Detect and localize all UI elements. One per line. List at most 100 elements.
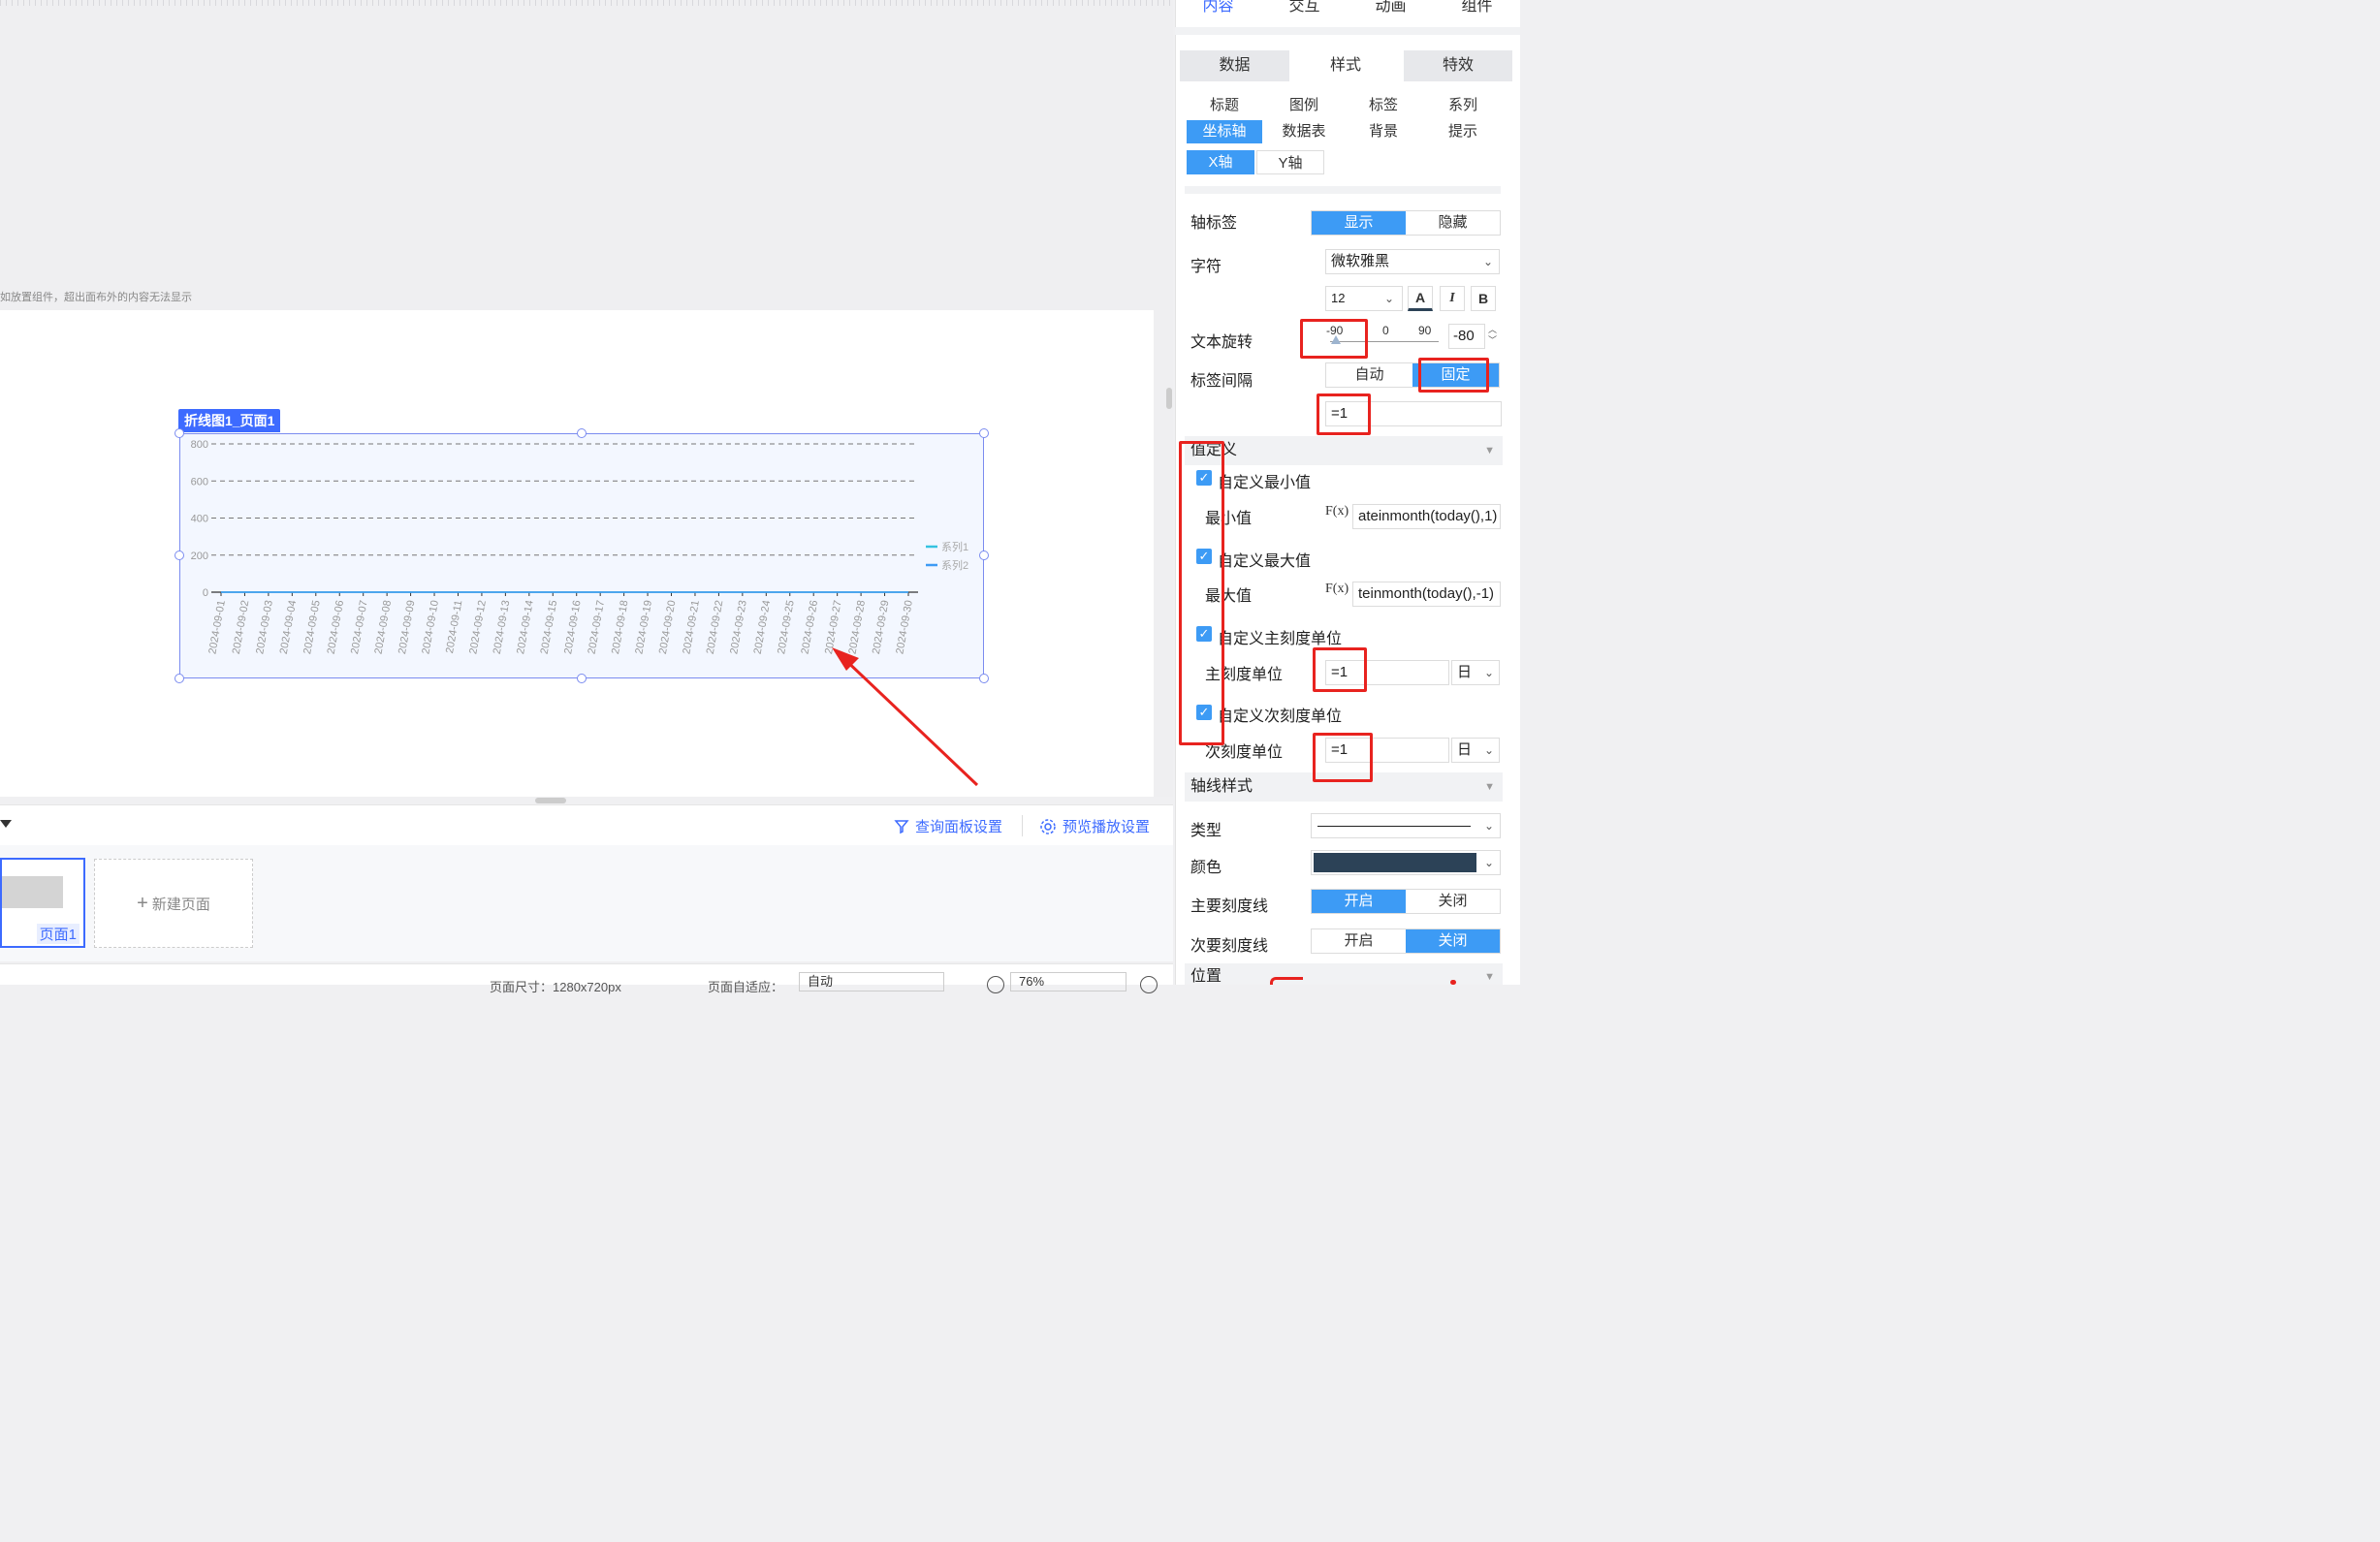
tab-background[interactable]: 背景: [1346, 120, 1421, 143]
annotation-box-interval: [1317, 393, 1371, 435]
font-color-button[interactable]: A: [1408, 286, 1433, 311]
x-tick-label: 2024-09-16: [562, 599, 584, 655]
x-tick-label: 2024-09-06: [326, 599, 347, 655]
formula-icon[interactable]: F(x): [1325, 504, 1349, 519]
zoom-out-icon[interactable]: [987, 976, 1004, 993]
page-thumbnail-1[interactable]: 页面1: [0, 858, 85, 948]
annotation-box-minor: [1313, 733, 1373, 782]
tab-series[interactable]: 系列: [1425, 94, 1501, 117]
chevron-down-icon[interactable]: ⌄: [1477, 250, 1499, 273]
formula-icon[interactable]: F(x): [1325, 582, 1349, 597]
new-page-button[interactable]: + 新建页面: [94, 859, 253, 948]
spinner-icon[interactable]: ︿ ﹀: [1488, 325, 1497, 346]
horizontal-scrollbar[interactable]: [535, 798, 566, 803]
chevron-down-icon[interactable]: ⌄: [1478, 851, 1500, 874]
zoom-in-icon[interactable]: [1140, 976, 1158, 993]
tab-content[interactable]: 内容: [1175, 0, 1261, 27]
gear-icon: [1040, 818, 1056, 834]
rotate-mark-max: 90: [1418, 324, 1432, 337]
tab-data[interactable]: 数据: [1180, 50, 1289, 81]
zoom-value: 76%: [1019, 974, 1045, 989]
line-type-select[interactable]: [1311, 813, 1501, 838]
x-tick-label: 2024-09-04: [278, 599, 300, 655]
max-formula-input[interactable]: teinmonth(today(),-1): [1352, 582, 1501, 607]
chevron-down-icon[interactable]: ⌄: [1478, 739, 1500, 762]
filter-icon: [894, 819, 909, 834]
tab-animation[interactable]: 动画: [1348, 0, 1434, 27]
thumbnail-preview: [2, 876, 63, 908]
x-tick-label: 2024-09-19: [633, 599, 654, 655]
chevron-down-icon[interactable]: ⌄: [1379, 287, 1400, 310]
legend-label: 系列2: [941, 558, 968, 572]
line-color-picker[interactable]: [1311, 850, 1501, 875]
custom-value-section[interactable]: 值定义 ▼: [1185, 436, 1503, 465]
x-tick-label: 2024-09-22: [705, 599, 726, 655]
line-color-label: 颜色: [1190, 860, 1222, 876]
page-fit-select[interactable]: 自动: [799, 972, 944, 991]
chart-component-tag[interactable]: 折线图1_页面1: [178, 409, 281, 432]
zoom-select[interactable]: 76%: [1010, 972, 1127, 991]
x-tick-label: 2024-09-03: [254, 599, 275, 655]
major-tick-toggle[interactable]: 开启 关闭: [1311, 889, 1501, 914]
hide-button[interactable]: 隐藏: [1406, 211, 1500, 235]
vertical-scrollbar[interactable]: [1166, 388, 1172, 409]
tab-axis[interactable]: 坐标轴: [1187, 120, 1262, 143]
x-tick-label: 2024-09-02: [231, 599, 252, 655]
x-tick-label: 2024-09-20: [657, 599, 679, 655]
preview-settings-button[interactable]: 预览播放设置: [1039, 816, 1150, 836]
annotation-box-checkboxes: [1179, 441, 1224, 745]
status-bar: 页面尺寸：1280x720px 页面自适应： 自动 76%: [0, 963, 1173, 994]
toolbar-divider: [1022, 815, 1023, 836]
show-button[interactable]: 显示: [1312, 211, 1406, 235]
min-formula-input[interactable]: ateinmonth(today(),1): [1352, 504, 1501, 529]
query-panel-settings-button[interactable]: 查询面板设置: [894, 816, 1002, 836]
x-tick-label: 2024-09-13: [492, 599, 513, 655]
x-tick-label: 2024-09-09: [397, 599, 418, 655]
minor-tick-off-button[interactable]: 关闭: [1406, 929, 1500, 953]
tab-title[interactable]: 标题: [1187, 94, 1262, 117]
major-tick-on-button[interactable]: 开启: [1312, 890, 1406, 913]
collapse-icon[interactable]: [0, 820, 12, 828]
x-tick-label: 2024-09-05: [301, 599, 323, 655]
min-formula-value: ateinmonth(today(),1): [1358, 508, 1498, 524]
chevron-down-icon[interactable]: ⌄: [1478, 661, 1500, 684]
bold-button[interactable]: B: [1471, 286, 1496, 311]
italic-button[interactable]: I: [1440, 286, 1465, 311]
major-unit-type: 日: [1457, 664, 1473, 680]
minor-tick-toggle[interactable]: 开启 关闭: [1311, 928, 1501, 954]
minor-tick-label: 次要刻度线: [1190, 938, 1269, 955]
custom-min-label: 自定义最小值: [1218, 475, 1312, 491]
rotate-mark-zero: 0: [1382, 324, 1389, 337]
auto-button[interactable]: 自动: [1326, 363, 1412, 387]
font-select[interactable]: 微软雅黑: [1325, 249, 1500, 274]
tab-label[interactable]: 标签: [1346, 94, 1421, 117]
preview-settings-label: 预览播放设置: [1063, 819, 1151, 835]
y-tick-label: 600: [191, 476, 208, 488]
tab-style[interactable]: 样式: [1289, 50, 1402, 81]
tab-interaction[interactable]: 交互: [1261, 0, 1348, 27]
max-formula-value: teinmonth(today(),-1): [1358, 585, 1495, 602]
x-tick-label: 2024-09-01: [206, 599, 228, 655]
color-swatch: [1314, 853, 1476, 872]
y-tick-label: 800: [191, 439, 208, 451]
tab-legend[interactable]: 图例: [1266, 94, 1342, 117]
page-fit-label: 页面自适应：: [708, 980, 784, 994]
rotate-input[interactable]: -80: [1448, 324, 1485, 349]
chevron-down-icon: ▼: [1484, 971, 1495, 983]
x-tick-label: 2024-09-18: [610, 599, 631, 655]
tab-y-axis[interactable]: Y轴: [1256, 150, 1324, 174]
chevron-down-icon[interactable]: ⌄: [1478, 814, 1500, 837]
axis-label-toggle[interactable]: 显示 隐藏: [1311, 210, 1501, 236]
tab-effects[interactable]: 特效: [1404, 50, 1512, 81]
minor-tick-on-button[interactable]: 开启: [1312, 929, 1406, 953]
tab-data-table[interactable]: 数据表: [1266, 120, 1342, 143]
tab-component[interactable]: 组件: [1434, 0, 1520, 27]
tab-tooltip[interactable]: 提示: [1425, 120, 1501, 143]
canvas-workspace: [0, 0, 1173, 310]
major-tick-off-button[interactable]: 关闭: [1406, 890, 1500, 913]
tab-x-axis[interactable]: X轴: [1187, 150, 1254, 174]
position-title: 位置: [1190, 968, 1222, 985]
text-rotate-label: 文本旋转: [1190, 334, 1253, 351]
page-fit-value: 自动: [808, 974, 834, 989]
annotation-dot-bottom: [1450, 980, 1456, 985]
